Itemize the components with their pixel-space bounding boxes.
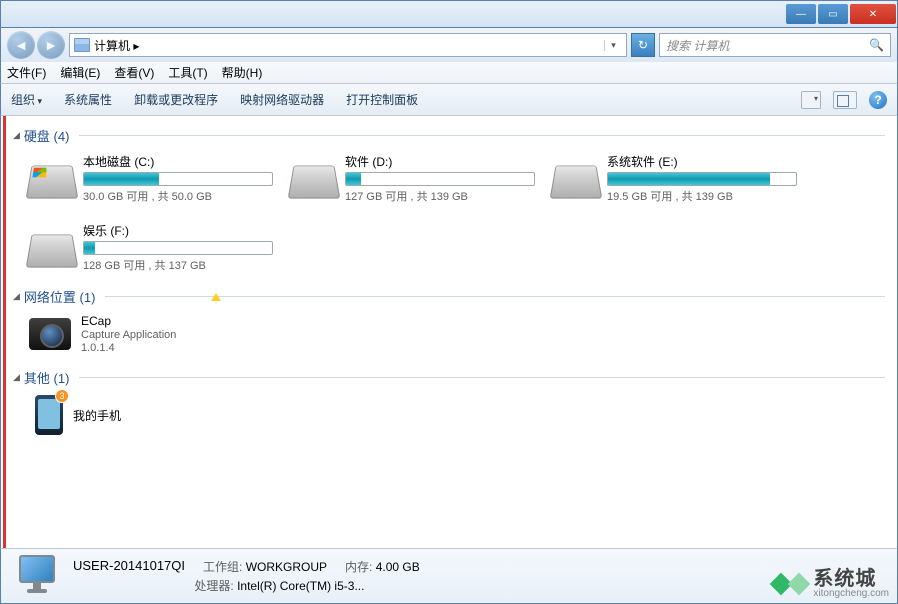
search-placeholder: 搜索 计算机 — [666, 37, 729, 54]
drive-item[interactable]: 系统软件 (E:) 19.5 GB 可用 , 共 139 GB — [553, 153, 803, 204]
menu-bar: 文件(F) 编辑(E) 查看(V) 工具(T) 帮助(H) — [0, 62, 898, 84]
group-header-network[interactable]: ◢ 网络位置 (1) — [1, 285, 897, 308]
collapse-icon: ◢ — [13, 130, 20, 141]
search-icon[interactable]: 🔍 — [869, 38, 884, 52]
search-input[interactable]: 搜索 计算机 🔍 — [659, 33, 891, 57]
drive-name: 本地磁盘 (C:) — [83, 153, 279, 170]
network-item-ecap[interactable]: ECap Capture Application 1.0.1.4 — [1, 308, 897, 366]
drive-stat: 127 GB 可用 , 共 139 GB — [345, 188, 541, 204]
drive-stat: 19.5 GB 可用 , 共 139 GB — [607, 188, 803, 204]
usage-bar — [345, 172, 535, 186]
collapse-icon: ◢ — [13, 291, 20, 302]
maximize-button[interactable]: ▭ — [818, 4, 848, 24]
uninstall-button[interactable]: 卸载或更改程序 — [134, 91, 218, 108]
menu-file[interactable]: 文件(F) — [7, 64, 46, 81]
address-path: 计算机 ▸ — [94, 37, 139, 54]
watermark-url: xitongcheng.com — [813, 589, 889, 599]
help-button[interactable]: ? — [869, 91, 887, 109]
net-item-desc: Capture Application — [81, 329, 176, 341]
group-label: 硬盘 (4) — [24, 126, 70, 145]
drive-icon — [288, 166, 341, 199]
drive-item[interactable]: 娱乐 (F:) 128 GB 可用 , 共 137 GB — [29, 222, 279, 273]
details-pane: USER-20141017QI 工作组: WORKGROUP 内存: 4.00 … — [0, 548, 898, 604]
watermark: 系统城 xitongcheng.com — [773, 567, 889, 601]
drive-icon — [550, 166, 603, 199]
drive-item[interactable]: 软件 (D:) 127 GB 可用 , 共 139 GB — [291, 153, 541, 204]
usage-bar — [83, 241, 273, 255]
drive-name: 软件 (D:) — [345, 153, 541, 170]
window-titlebar: — ▭ ✕ — [0, 0, 898, 28]
drive-icon — [26, 235, 79, 268]
close-button[interactable]: ✕ — [850, 4, 896, 24]
cpu-label: 处理器: — [194, 579, 233, 593]
control-panel-button[interactable]: 打开控制面板 — [346, 91, 418, 108]
group-label: 网络位置 (1) — [24, 287, 96, 306]
address-dropdown[interactable]: ▾ — [604, 40, 622, 51]
forward-button[interactable]: ► — [37, 31, 65, 59]
refresh-button[interactable]: ↻ — [631, 33, 655, 57]
drive-stat: 128 GB 可用 , 共 137 GB — [83, 257, 279, 273]
computer-large-icon — [13, 555, 61, 597]
group-header-hdd[interactable]: ◢ 硬盘 (4) — [1, 124, 897, 147]
menu-help[interactable]: 帮助(H) — [222, 64, 263, 81]
computer-icon — [74, 38, 90, 52]
usage-bar — [607, 172, 797, 186]
content-pane: ◢ 硬盘 (4) 本地磁盘 (C:) 30.0 GB 可用 , 共 50.0 GB… — [0, 116, 898, 548]
group-header-other[interactable]: ◢ 其他 (1) — [1, 366, 897, 389]
navigation-bar: ◄ ► 计算机 ▸ ▾ ↻ 搜索 计算机 🔍 — [0, 28, 898, 62]
other-item-phone[interactable]: 3 我的手机 — [1, 389, 897, 447]
drive-name: 系统软件 (E:) — [607, 153, 803, 170]
workgroup-value: WORKGROUP — [246, 560, 327, 574]
other-item-name: 我的手机 — [73, 407, 121, 424]
menu-view[interactable]: 查看(V) — [114, 64, 154, 81]
organize-button[interactable]: 组织 — [11, 91, 42, 108]
menu-tools[interactable]: 工具(T) — [168, 64, 207, 81]
address-bar[interactable]: 计算机 ▸ ▾ — [69, 33, 627, 57]
net-item-name: ECap — [81, 314, 176, 328]
phone-icon: 3 — [35, 395, 63, 435]
back-button[interactable]: ◄ — [7, 31, 35, 59]
memory-value: 4.00 GB — [376, 560, 420, 574]
command-toolbar: 组织 系统属性 卸载或更改程序 映射网络驱动器 打开控制面板 ? — [0, 84, 898, 116]
view-layout-button[interactable] — [801, 91, 821, 109]
camera-icon — [29, 318, 71, 350]
usage-bar — [83, 172, 273, 186]
drive-item[interactable]: 本地磁盘 (C:) 30.0 GB 可用 , 共 50.0 GB — [29, 153, 279, 204]
drive-icon — [26, 166, 79, 199]
cpu-value: Intel(R) Core(TM) i5-3... — [237, 579, 364, 593]
preview-pane-button[interactable] — [833, 91, 857, 109]
annotation-highlight — [3, 116, 6, 548]
warning-icon — [211, 293, 221, 301]
notification-badge: 3 — [55, 389, 69, 403]
drive-name: 娱乐 (F:) — [83, 222, 279, 239]
net-item-version: 1.0.1.4 — [81, 342, 176, 354]
workgroup-label: 工作组: — [203, 560, 242, 574]
watermark-title: 系统城 — [813, 569, 889, 589]
minimize-button[interactable]: — — [786, 4, 816, 24]
drive-stat: 30.0 GB 可用 , 共 50.0 GB — [83, 188, 279, 204]
group-label: 其他 (1) — [24, 368, 70, 387]
watermark-logo-icon — [773, 567, 807, 601]
memory-label: 内存: — [345, 560, 372, 574]
system-properties-button[interactable]: 系统属性 — [64, 91, 112, 108]
computer-name: USER-20141017QI — [73, 558, 185, 575]
map-drive-button[interactable]: 映射网络驱动器 — [240, 91, 324, 108]
menu-edit[interactable]: 编辑(E) — [60, 64, 100, 81]
collapse-icon: ◢ — [13, 372, 20, 383]
